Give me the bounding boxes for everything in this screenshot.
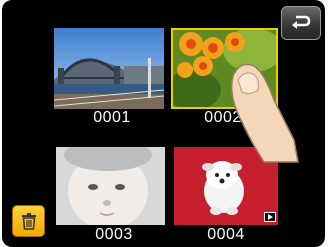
delete-button[interactable] [12, 205, 45, 237]
thumbnail-0001[interactable] [54, 28, 164, 109]
thumbnail-0002[interactable] [171, 28, 278, 109]
video-play-icon [264, 212, 276, 222]
gallery-screen: 0001 0002 0003 0004 [2, 0, 325, 247]
trash-icon [21, 213, 36, 230]
thumbnail-label: 0003 [95, 226, 133, 243]
thumbnail-label: 0004 [207, 226, 245, 243]
thumbnail-0004[interactable] [174, 147, 278, 225]
thumbnail-label: 0002 [204, 109, 242, 126]
back-button[interactable] [281, 6, 321, 40]
thumbnail-0003[interactable] [56, 147, 165, 225]
return-arrow-icon [292, 15, 311, 29]
thumbnail-label: 0001 [93, 109, 131, 126]
